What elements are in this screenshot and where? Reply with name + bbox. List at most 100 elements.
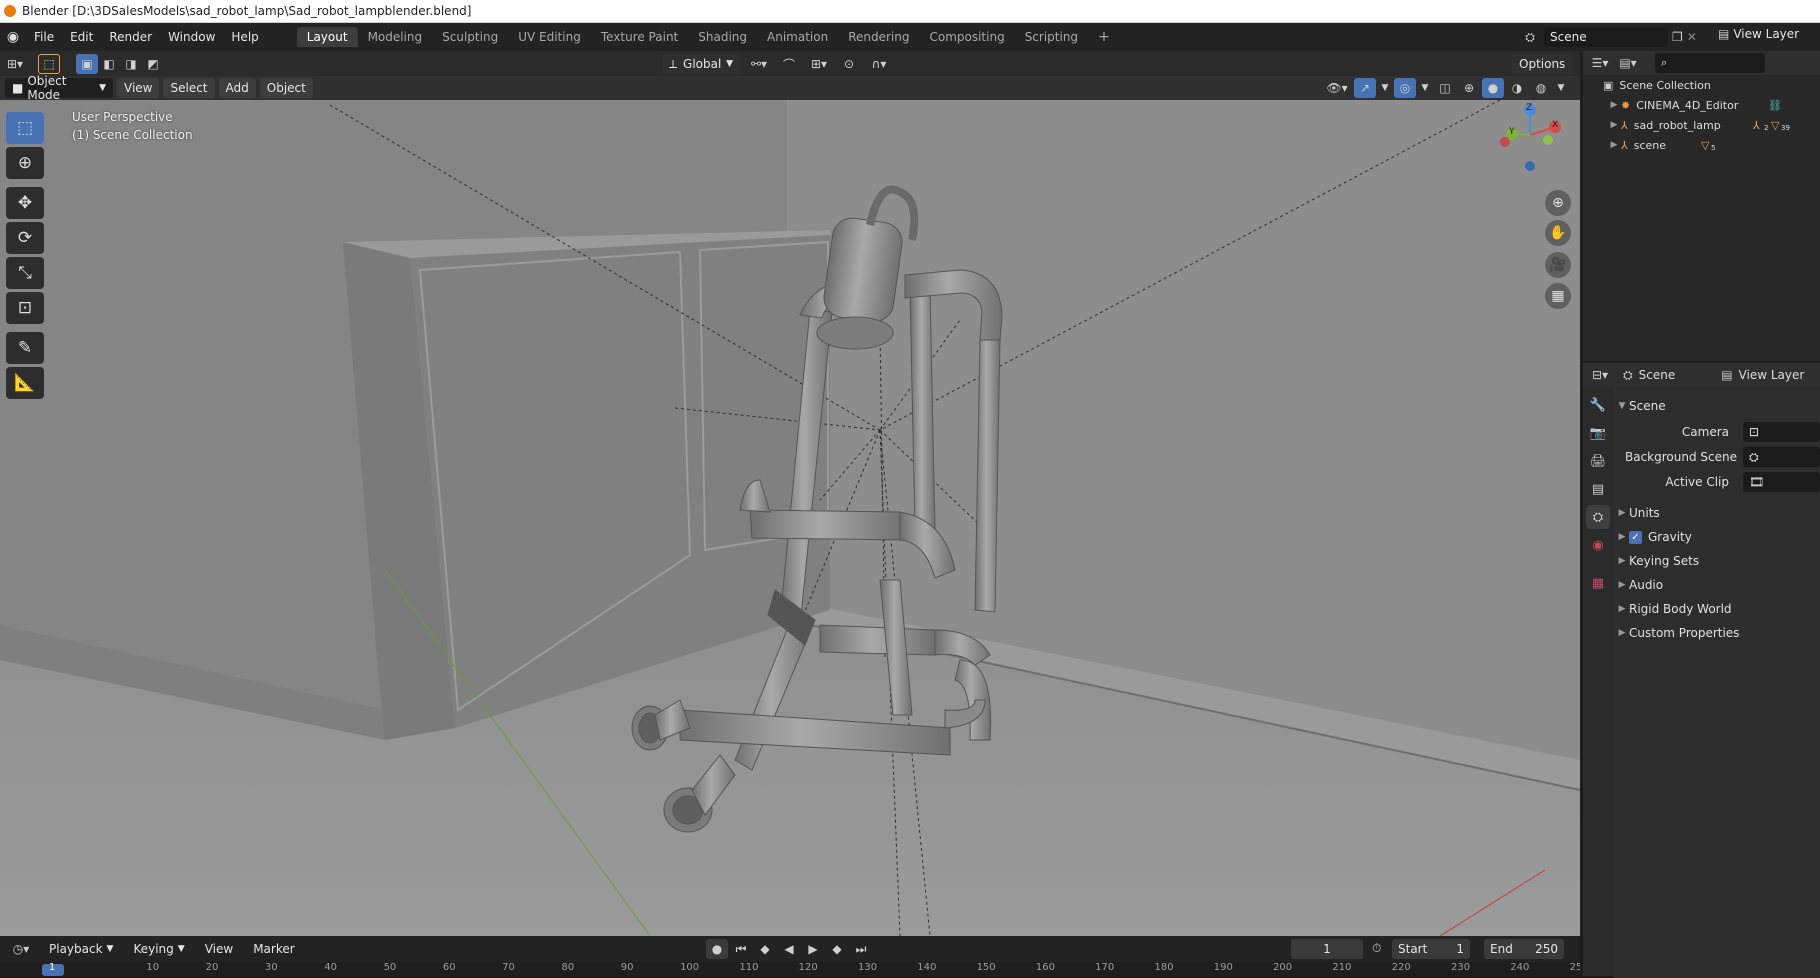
keying-menu[interactable]: Keying ▼ [126,939,191,959]
audio-panel-header[interactable]: ▶ Audio [1615,574,1820,596]
select-mode-subtract-icon[interactable]: ◨ [120,54,142,74]
shading-material-icon[interactable]: ◑ [1506,78,1528,98]
add-workspace-button[interactable]: + [1088,26,1120,48]
annotate-tool-icon[interactable]: ✎ [6,332,44,364]
snap-target-icon[interactable]: ⊞▾ [804,54,834,74]
select-mode-intersect-icon[interactable]: ◩ [142,54,164,74]
tab-layout[interactable]: Layout [296,27,358,47]
texture-tab-icon[interactable]: ▦ [1586,571,1610,595]
viewport-menu-select[interactable]: Select [163,78,215,98]
gravity-checkbox[interactable]: ✓ [1629,530,1642,544]
proportional-edit-icon[interactable]: ⊙ [838,54,860,74]
tab-shading[interactable]: Shading [688,27,757,47]
play-reverse-icon[interactable]: ◀ [778,939,800,959]
properties-editor-type-icon[interactable]: ⊟▾ [1589,365,1611,385]
pivot-point-icon[interactable]: ⚯▾ [744,54,774,74]
playback-menu[interactable]: Playback ▼ [42,939,120,959]
tab-scripting[interactable]: Scripting [1015,27,1088,47]
move-tool-icon[interactable]: ✥ [6,187,44,219]
tab-uv-editing[interactable]: UV Editing [508,27,591,47]
properties-view-layer-label[interactable]: View Layer [1739,368,1805,382]
outliner-editor-type-icon[interactable]: ☰▾ [1589,53,1611,73]
overlays-toggle-icon[interactable]: ◎ [1394,78,1416,98]
shading-solid-icon[interactable]: ● [1482,78,1504,98]
transform-tool-icon[interactable]: ⊡ [6,292,44,324]
units-panel-header[interactable]: ▶ Units [1615,502,1820,524]
proportional-falloff-icon[interactable]: ∩▾ [864,54,894,74]
jump-keyframe-forward-icon[interactable]: ◆ [826,939,848,959]
tab-modeling[interactable]: Modeling [358,27,433,47]
viewport-menu-view[interactable]: View [117,78,160,98]
visibility-icon[interactable]: 👁▾ [1322,78,1352,98]
scene-selector[interactable]: Scene [1544,27,1668,47]
camera-view-icon[interactable]: 🎥 [1545,252,1571,278]
select-mode-extend-icon[interactable]: ◧ [98,54,120,74]
end-frame-field[interactable]: End 250 [1484,939,1564,959]
shading-dropdown-icon[interactable]: ▼ [1554,78,1568,98]
gizmo-dropdown-icon[interactable]: ▼ [1378,78,1392,98]
menu-render[interactable]: Render [101,30,160,44]
background-scene-field[interactable]: ⛭ [1743,447,1820,467]
render-tab-icon[interactable]: 📷 [1586,421,1610,445]
outliner-item-scene[interactable]: ▶ ⅄ scene ▽ 5 [1583,135,1820,155]
marker-menu[interactable]: Marker [246,939,301,959]
world-tab-icon[interactable]: ◉ [1586,533,1610,557]
viewport-menu-object[interactable]: Object [259,78,313,98]
camera-field[interactable]: ⊡ [1743,422,1820,442]
properties-scene-label[interactable]: Scene [1639,368,1676,382]
outliner-item-cinema4d[interactable]: ▶ ✸ CINEMA_4D_Editor ⛓ [1583,95,1820,115]
menu-window[interactable]: Window [160,30,223,44]
menu-help[interactable]: Help [223,30,266,44]
tab-animation[interactable]: Animation [757,27,838,47]
measure-tool-icon[interactable]: 📐 [6,367,44,399]
rotate-tool-icon[interactable]: ⟳ [6,222,44,254]
select-box-tool-icon[interactable]: ⬚ [38,53,60,74]
perspective-toggle-icon[interactable]: ▦ [1545,283,1571,309]
shading-rendered-icon[interactable]: ◍ [1530,78,1552,98]
select-mode-new-icon[interactable]: ▣ [76,53,98,74]
preview-range-icon[interactable]: ⏱ [1372,941,1381,956]
timeline-ruler[interactable]: 1 10 20 30 40 50 60 70 80 90 100 110 120 130 140 150 160… [0,962,1580,976]
gravity-panel-header[interactable]: ▶ ✓ Gravity [1615,526,1820,548]
cursor-tool-icon[interactable]: ⊕ [6,147,44,179]
xray-toggle-icon[interactable]: ◫ [1434,78,1456,98]
jump-start-icon[interactable]: ⏮ [730,939,752,959]
jump-end-icon[interactable]: ⏭ [850,939,872,959]
expand-arrow-icon[interactable]: ▶ [1607,100,1621,110]
rigid-body-world-panel-header[interactable]: ▶ Rigid Body World [1615,598,1820,620]
navigation-gizmo[interactable]: Z X Y [1490,100,1570,175]
overlays-dropdown-icon[interactable]: ▼ [1418,78,1432,98]
tab-rendering[interactable]: Rendering [838,27,919,47]
expand-arrow-icon[interactable]: ▶ [1607,140,1621,150]
output-tab-icon[interactable]: 🖨 [1586,449,1610,473]
editor-type-icon[interactable]: ⊞▾ [4,54,26,74]
tool-settings-tab-icon[interactable]: 🔧 [1586,393,1610,417]
outliner-scene-collection[interactable]: ▣ Scene Collection [1583,75,1820,95]
active-clip-field[interactable]: 🎞 [1743,472,1820,492]
scene-tab-icon[interactable]: ⛭ [1586,505,1610,529]
timeline-view-menu[interactable]: View [198,939,240,959]
scale-tool-icon[interactable]: ⤡ [6,257,44,289]
gizmo-toggle-icon[interactable]: ↗ [1354,78,1376,98]
record-button-icon[interactable]: ● [706,939,728,959]
3d-viewport[interactable]: User Perspective (1) Scene Collection Z … [0,100,1580,936]
viewport-menu-add[interactable]: Add [218,78,256,98]
timeline-editor-type-icon[interactable]: ◷▾ [6,939,36,959]
snap-toggle-icon[interactable]: ⌒ [778,54,800,74]
transform-orientation-dropdown[interactable]: ⟂ Global ▼ [662,54,740,74]
tab-compositing[interactable]: Compositing [919,27,1014,47]
pan-hand-icon[interactable]: ✋ [1545,220,1571,246]
delete-scene-icon[interactable]: ✕ [1687,30,1697,44]
play-icon[interactable]: ▶ [802,939,824,959]
keying-sets-panel-header[interactable]: ▶ Keying Sets [1615,550,1820,572]
outliner-item-sad-robot-lamp[interactable]: ▶ ⅄ sad_robot_lamp ⅄ 2 ▽ 39 [1583,115,1820,135]
display-mode-icon[interactable]: ▤▾ [1617,53,1639,73]
tab-sculpting[interactable]: Sculpting [432,27,508,47]
new-scene-icon[interactable]: ❐ [1672,30,1683,44]
menu-edit[interactable]: Edit [62,30,101,44]
custom-properties-panel-header[interactable]: ▶ Custom Properties [1615,622,1820,644]
object-mode-dropdown[interactable]: ■ Object Mode ▼ [5,74,113,102]
scene-section-header[interactable]: ▼ Scene [1615,395,1820,417]
start-frame-field[interactable]: Start 1 [1392,939,1470,959]
zoom-icon[interactable]: ⊕ [1545,190,1571,216]
